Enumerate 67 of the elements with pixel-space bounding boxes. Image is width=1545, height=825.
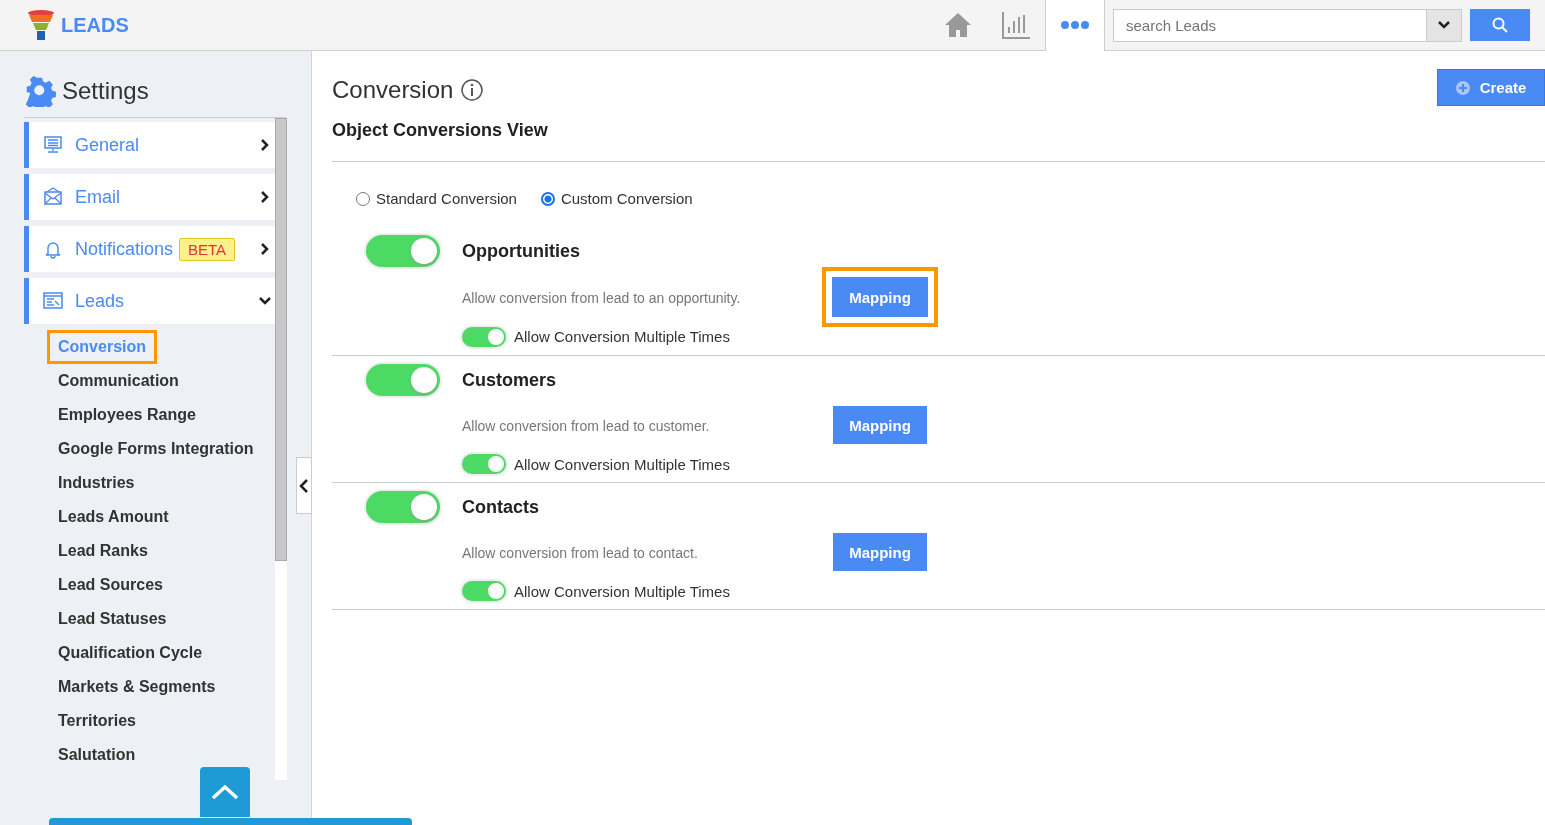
chevron-left-icon [299, 478, 309, 493]
more-icon [1061, 20, 1089, 30]
sidebar-subitem[interactable]: Qualification Cycle [47, 636, 214, 670]
bar-chart-icon[interactable] [1001, 11, 1031, 39]
sidebar-item-label: Leads [75, 290, 125, 312]
dropdown-button[interactable] [1427, 8, 1462, 42]
search-field[interactable]: search Leads [1113, 8, 1427, 42]
plus-circle-icon [1455, 80, 1470, 95]
chevron-icon [259, 191, 271, 203]
bell-icon [43, 239, 63, 259]
sidebar-subitem[interactable]: Territories [47, 704, 147, 738]
sidebar-subitem[interactable]: Leads Amount [47, 500, 180, 534]
object-description: Allow conversion from lead to contact. [462, 544, 699, 561]
sidebar-item-label: Notifications [75, 238, 174, 260]
radio-label[interactable]: Standard Conversion [376, 190, 517, 207]
sidebar-subitem[interactable]: Lead Sources [47, 568, 174, 602]
search-button[interactable] [1470, 9, 1530, 41]
sidebar-item[interactable]: Notifications BETA [24, 226, 275, 272]
toggle-label: Allow Conversion Multiple Times [514, 455, 730, 473]
sidebar-item-label: Email [75, 186, 120, 208]
chevron-icon [259, 243, 271, 255]
object-name: Customers [462, 369, 558, 391]
radio-button[interactable] [356, 191, 370, 206]
collapse-handle[interactable] [296, 457, 312, 514]
more-tab[interactable] [1045, 0, 1105, 51]
toggle-switch[interactable] [366, 364, 440, 396]
scroll-top-button[interactable] [200, 767, 250, 817]
sidebar-subitem[interactable]: Google Forms Integration [47, 432, 265, 466]
toggle-switch[interactable] [366, 491, 440, 523]
sidebar-subitem[interactable]: Markets & Segments [47, 670, 227, 704]
toggle-switch[interactable] [462, 454, 506, 474]
search-icon [1492, 17, 1508, 33]
sidebar-subitem[interactable]: Lead Ranks [47, 534, 159, 568]
settings-icon [24, 75, 56, 107]
toggle-label: Allow Conversion Multiple Times [514, 328, 730, 345]
object-description: Allow conversion from lead to customer. [462, 417, 711, 434]
beta-badge: BETA [179, 237, 236, 261]
chevron-icon [259, 139, 271, 151]
toggle-label: Allow Conversion Multiple Times [514, 582, 730, 600]
object-name: Contacts [462, 496, 540, 518]
monitor-icon [43, 135, 63, 155]
chevron-up-icon [211, 784, 239, 800]
envelope-icon [43, 187, 63, 207]
chevron-icon [1438, 19, 1450, 31]
info-icon[interactable] [461, 78, 484, 101]
settings-title: Settings [62, 77, 149, 105]
page-title: Conversion [332, 75, 454, 104]
window-icon [43, 291, 63, 311]
sidebar-subitem[interactable]: Industries [47, 466, 146, 500]
toggle-switch[interactable] [366, 235, 440, 267]
object-description: Allow conversion from lead to an opportunity. [462, 288, 742, 306]
scrollbar-thumb[interactable] [275, 118, 287, 561]
funnel-logo-icon [27, 9, 55, 41]
toggle-switch[interactable] [462, 581, 506, 601]
chevron-icon [259, 295, 271, 307]
sidebar-subitem[interactable]: Salutation [47, 738, 147, 772]
object-name: Opportunities [462, 240, 581, 262]
section-title: Object Conversions View [332, 120, 1545, 162]
sidebar-subitem[interactable]: Communication [47, 364, 190, 398]
radio-button[interactable] [540, 191, 555, 206]
sidebar-subitem[interactable]: Lead Statuses [47, 602, 178, 636]
toggle-switch[interactable] [462, 326, 506, 347]
brand-name: LEADS [61, 13, 129, 37]
radio-label[interactable]: Custom Conversion [560, 190, 693, 207]
home-icon[interactable] [943, 11, 973, 39]
sidebar-item-label: General [75, 134, 140, 156]
sidebar-subitem[interactable]: Employees Range [47, 398, 207, 432]
